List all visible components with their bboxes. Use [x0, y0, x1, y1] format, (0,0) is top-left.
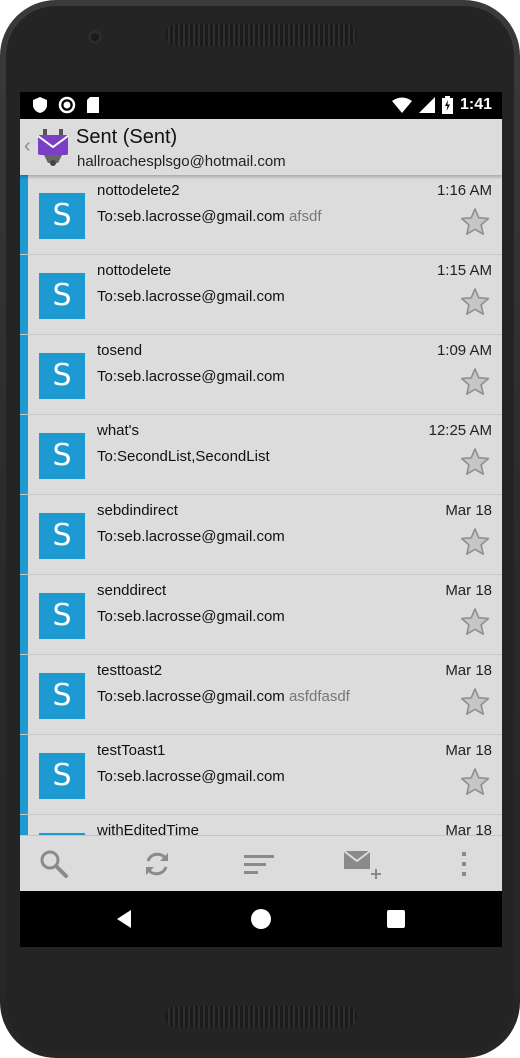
message-recipient: To:seb.lacrosse@gmail.com: [97, 608, 285, 625]
shield-icon: [33, 97, 47, 113]
message-recipient-line: To:seb.lacrosse@gmail.com afsdf: [97, 208, 322, 225]
message-row[interactable]: Ssebdindirect To:seb.lacrosse@gmail.com Ma…: [20, 495, 502, 575]
avatar[interactable]: S: [39, 593, 85, 639]
message-row[interactable]: Stosend To:seb.lacrosse@gmail.com 1:09 AM: [20, 335, 502, 415]
message-row[interactable]: Swhat's To:SecondList,SecondList 12:25 AM: [20, 415, 502, 495]
message-recipient: To:seb.lacrosse@gmail.com: [97, 688, 285, 705]
avatar[interactable]: S: [39, 433, 85, 479]
status-bar: 1:41: [20, 92, 502, 119]
avatar[interactable]: S: [39, 353, 85, 399]
compose-icon[interactable]: [343, 848, 383, 880]
message-subject: testToast1: [97, 742, 166, 759]
message-subject: tosend: [97, 342, 143, 359]
message-time: 1:09 AM: [436, 342, 492, 359]
message-recipient-line: To:SecondList,SecondList: [97, 448, 270, 465]
message-recipient: To:seb.lacrosse@gmail.com: [97, 368, 285, 385]
message-recipient: To:seb.lacrosse@gmail.com: [97, 208, 285, 225]
message-time: Mar 18: [445, 742, 492, 759]
row-accent-bar: [20, 655, 28, 734]
row-accent-bar: [20, 255, 28, 334]
message-recipient: To:seb.lacrosse@gmail.com: [97, 768, 285, 785]
signal-icon: [418, 97, 435, 113]
row-accent-bar: [20, 175, 28, 254]
message-recipient: To:seb.lacrosse@gmail.com: [97, 528, 285, 545]
message-recipient-line: To:seb.lacrosse@gmail.com asfdfasdf: [97, 688, 350, 705]
message-recipient-line: To:seb.lacrosse@gmail.com: [97, 368, 285, 385]
message-time: Mar 18: [445, 822, 492, 835]
home-icon[interactable]: [249, 907, 273, 931]
message-row[interactable]: Snottodelete2 To:seb.lacrosse@gmail.com a…: [20, 175, 502, 255]
front-camera: [88, 30, 102, 44]
record-icon: [58, 96, 76, 114]
back-chevron-icon[interactable]: ‹: [24, 135, 31, 158]
message-row[interactable]: Ssenddirect To:seb.lacrosse@gmail.com Mar …: [20, 575, 502, 655]
app-bar: ‹ Sent (Sent) hallroachesplsgo@hotmail.c…: [20, 119, 502, 175]
star-icon[interactable]: [460, 447, 490, 477]
avatar[interactable]: S: [39, 513, 85, 559]
message-time: 12:25 AM: [428, 422, 492, 439]
message-subject: sebdindirect: [97, 502, 178, 519]
message-snippet: asfdfasdf: [288, 688, 350, 705]
message-row[interactable]: Snottodelete To:seb.lacrosse@gmail.com 1:1…: [20, 255, 502, 335]
row-accent-bar: [20, 735, 28, 814]
message-list[interactable]: Snottodelete2 To:seb.lacrosse@gmail.com a…: [20, 175, 502, 835]
battery-charging-icon: [441, 96, 453, 114]
message-subject: what's: [97, 422, 140, 439]
message-time: Mar 18: [445, 582, 492, 599]
avatar[interactable]: S: [39, 273, 85, 319]
message-time: 1:16 AM: [436, 182, 492, 199]
message-subject: withEditedTime: [97, 822, 199, 835]
message-row[interactable]: StestToast1 To:seb.lacrosse@gmail.com Mar …: [20, 735, 502, 815]
top-speaker: [165, 24, 357, 46]
account-email: hallroachesplsgo@hotmail.com: [77, 153, 286, 170]
message-subject: senddirect: [97, 582, 167, 599]
row-accent-bar: [20, 575, 28, 654]
star-icon[interactable]: [460, 607, 490, 637]
star-icon[interactable]: [460, 287, 490, 317]
back-icon[interactable]: [113, 907, 137, 931]
message-recipient-line: To:seb.lacrosse@gmail.com: [97, 288, 285, 305]
message-row[interactable]: SwithEditedTimeMar 18: [20, 815, 502, 835]
row-accent-bar: [20, 335, 28, 414]
sort-icon[interactable]: [242, 848, 276, 880]
row-accent-bar: [20, 815, 28, 835]
star-icon[interactable]: [460, 367, 490, 397]
status-clock: 1:41: [459, 96, 492, 113]
bottom-speaker: [165, 1006, 357, 1028]
bottom-toolbar: [20, 835, 502, 892]
avatar[interactable]: S: [39, 673, 85, 719]
sd-card-icon: [87, 97, 99, 113]
row-accent-bar: [20, 415, 28, 494]
message-recipient: To:SecondList,SecondList: [97, 448, 270, 465]
message-row[interactable]: Stesttoast2 To:seb.lacrosse@gmail.com asf…: [20, 655, 502, 735]
message-time: Mar 18: [445, 502, 492, 519]
message-recipient-line: To:seb.lacrosse@gmail.com: [97, 528, 285, 545]
avatar[interactable]: S: [39, 193, 85, 239]
message-recipient: To:seb.lacrosse@gmail.com: [97, 288, 285, 305]
system-nav-bar: [20, 891, 502, 947]
app-logo-icon[interactable]: [36, 127, 70, 167]
star-icon[interactable]: [460, 687, 490, 717]
message-time: 1:15 AM: [436, 262, 492, 279]
star-icon[interactable]: [460, 767, 490, 797]
message-subject: testtoast2: [97, 662, 163, 679]
row-accent-bar: [20, 495, 28, 574]
search-icon[interactable]: [37, 848, 71, 880]
message-recipient-line: To:seb.lacrosse@gmail.com: [97, 608, 285, 625]
star-icon[interactable]: [460, 207, 490, 237]
screen: 1:41 ‹ Sent (Sent) hallroachesplsgo@hotm…: [20, 92, 502, 947]
page-title: Sent (Sent): [76, 126, 178, 148]
wifi-icon: [391, 97, 412, 113]
message-snippet: afsdf: [288, 208, 322, 225]
refresh-icon[interactable]: [140, 848, 174, 880]
overflow-menu-icon[interactable]: [447, 848, 481, 880]
phone-frame: 1:41 ‹ Sent (Sent) hallroachesplsgo@hotm…: [0, 0, 520, 1058]
recents-icon[interactable]: [384, 907, 408, 931]
message-subject: nottodelete: [97, 262, 172, 279]
star-icon[interactable]: [460, 527, 490, 557]
message-recipient-line: To:seb.lacrosse@gmail.com: [97, 768, 285, 785]
message-time: Mar 18: [445, 662, 492, 679]
message-subject: nottodelete2: [97, 182, 180, 199]
avatar[interactable]: S: [39, 753, 85, 799]
